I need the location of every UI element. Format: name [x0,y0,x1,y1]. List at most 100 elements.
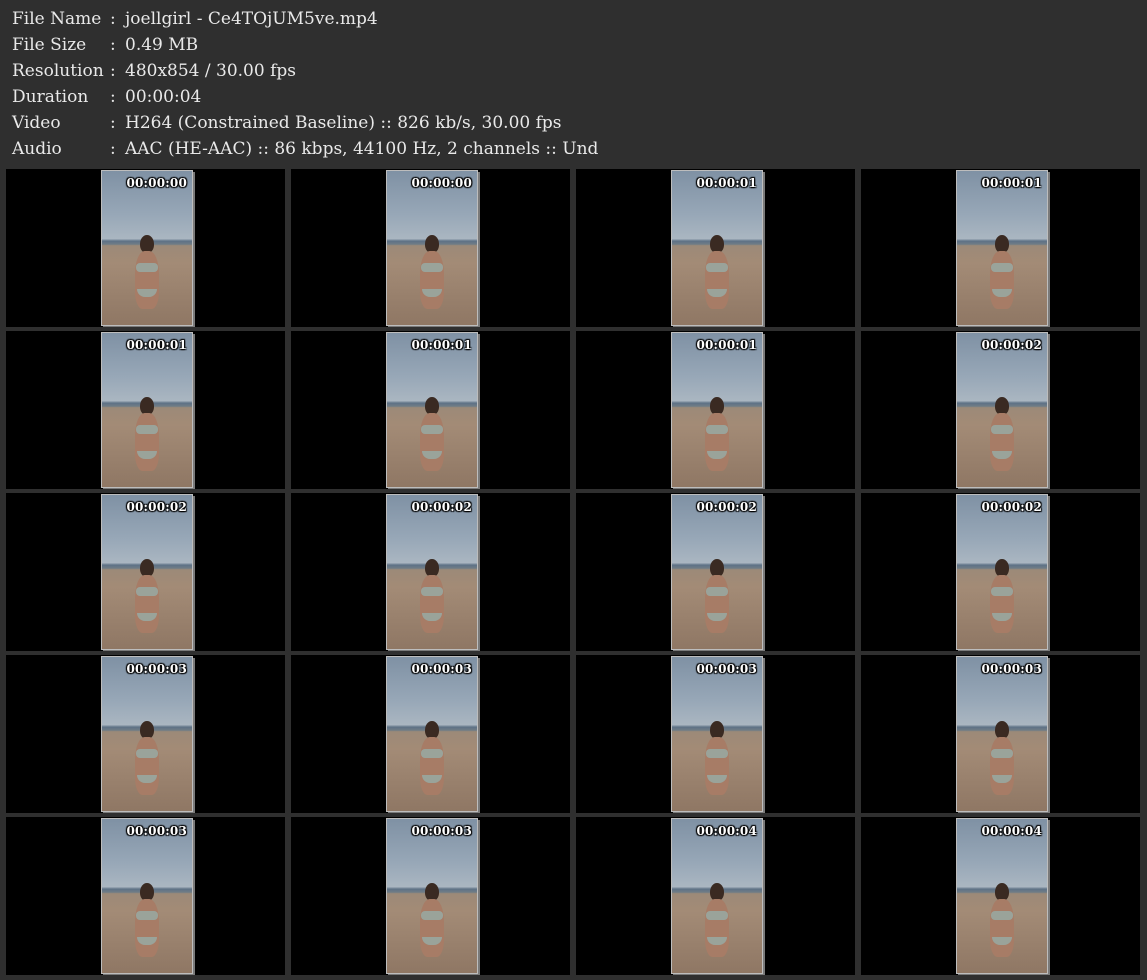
frame-timestamp: 00:00:02 [981,338,1042,352]
thumbnail-cell: 00:00:02 [6,493,285,651]
frame-figure-part [706,911,728,920]
frame-timestamp: 00:00:04 [981,824,1042,838]
frame-timestamp: 00:00:01 [981,176,1042,190]
video-frame-thumbnail[interactable]: 00:00:00 [101,170,193,326]
frame-figure-part [135,413,159,471]
info-separator: : [110,87,116,107]
info-separator: : [110,9,116,29]
thumbnail-cell: 00:00:01 [576,331,855,489]
frame-figure-part [420,899,444,957]
frame-timestamp: 00:00:03 [126,662,187,676]
video-frame-thumbnail[interactable]: 00:00:04 [671,818,763,974]
frame-timestamp: 00:00:01 [126,338,187,352]
frame-timestamp: 00:00:03 [411,824,472,838]
video-frame-thumbnail[interactable]: 00:00:03 [671,656,763,812]
thumbnail-cell: 00:00:00 [291,169,570,327]
info-row-audio: Audio : AAC (HE-AAC) :: 86 kbps, 44100 H… [12,136,1132,162]
thumbnail-cell: 00:00:01 [6,331,285,489]
video-frame-thumbnail[interactable]: 00:00:01 [101,332,193,488]
video-frame-thumbnail[interactable]: 00:00:03 [101,656,193,812]
video-frame-thumbnail[interactable]: 00:00:01 [386,332,478,488]
video-frame-thumbnail[interactable]: 00:00:01 [671,170,763,326]
thumbnail-cell: 00:00:02 [861,493,1140,651]
info-label: Video [12,113,61,133]
frame-figure-part [991,911,1013,920]
frame-figure-part [990,413,1014,471]
thumbnail-cell: 00:00:03 [6,817,285,975]
thumbnail-cell: 00:00:03 [576,655,855,813]
thumbnail-cell: 00:00:02 [291,493,570,651]
video-frame-thumbnail[interactable]: 00:00:03 [101,818,193,974]
frame-figure-part [705,251,729,309]
frame-figure-part [705,737,729,795]
frame-figure-part [421,263,443,272]
info-separator: : [110,35,116,55]
video-frame-thumbnail[interactable]: 00:00:03 [386,818,478,974]
video-frame-thumbnail[interactable]: 00:00:02 [956,494,1048,650]
frame-timestamp: 00:00:01 [696,176,757,190]
info-label: File Size [12,35,87,55]
frame-figure-part [136,425,158,434]
frame-figure-part [135,737,159,795]
frame-timestamp: 00:00:03 [411,662,472,676]
frame-figure-part [135,899,159,957]
frame-figure-part [705,413,729,471]
video-frame-thumbnail[interactable]: 00:00:02 [956,332,1048,488]
frame-figure-part [991,425,1013,434]
file-info-panel: File Name : joellgirl - Ce4TOjUM5ve.mp4 … [12,6,1132,162]
info-label: File Name [12,9,102,29]
frame-timestamp: 00:00:04 [696,824,757,838]
thumbnail-cell: 00:00:00 [6,169,285,327]
info-separator: : [110,61,116,81]
info-separator: : [110,113,116,133]
frame-figure-part [706,263,728,272]
frame-figure-part [991,587,1013,596]
frame-timestamp: 00:00:02 [126,500,187,514]
frame-figure-part [705,575,729,633]
info-value: joellgirl - Ce4TOjUM5ve.mp4 [125,9,378,29]
frame-figure-part [991,749,1013,758]
frame-figure-part [135,575,159,633]
frame-figure-part [136,749,158,758]
frame-figure-part [420,251,444,309]
video-frame-thumbnail[interactable]: 00:00:02 [671,494,763,650]
thumbnail-cell: 00:00:02 [576,493,855,651]
video-frame-thumbnail[interactable]: 00:00:02 [101,494,193,650]
video-frame-thumbnail[interactable]: 00:00:02 [386,494,478,650]
frame-figure-part [136,263,158,272]
thumbnail-cell: 00:00:03 [291,655,570,813]
info-label: Resolution [12,61,104,81]
frame-figure-part [990,251,1014,309]
frame-figure-part [990,575,1014,633]
video-frame-thumbnail[interactable]: 00:00:03 [956,656,1048,812]
thumbnail-cell: 00:00:01 [291,331,570,489]
frame-figure-part [421,425,443,434]
info-row-video: Video : H264 (Constrained Baseline) :: 8… [12,110,1132,136]
info-value: 480x854 / 30.00 fps [125,61,296,81]
frame-figure-part [705,899,729,957]
frame-figure-part [706,587,728,596]
frame-figure-part [135,251,159,309]
info-label: Audio [12,139,62,159]
frame-timestamp: 00:00:02 [411,500,472,514]
frame-figure-part [706,749,728,758]
info-value: AAC (HE-AAC) :: 86 kbps, 44100 Hz, 2 cha… [125,139,599,159]
thumbnail-cell: 00:00:03 [291,817,570,975]
video-frame-thumbnail[interactable]: 00:00:03 [386,656,478,812]
frame-figure-part [420,575,444,633]
frame-timestamp: 00:00:01 [411,338,472,352]
info-row-file-size: File Size : 0.49 MB [12,32,1132,58]
info-value: 0.49 MB [125,35,199,55]
frame-timestamp: 00:00:03 [981,662,1042,676]
video-frame-thumbnail[interactable]: 00:00:01 [956,170,1048,326]
info-value: H264 (Constrained Baseline) :: 826 kb/s,… [125,113,562,133]
info-label: Duration [12,87,89,107]
video-frame-thumbnail[interactable]: 00:00:04 [956,818,1048,974]
video-frame-thumbnail[interactable]: 00:00:01 [671,332,763,488]
frame-timestamp: 00:00:03 [126,824,187,838]
frame-timestamp: 00:00:03 [696,662,757,676]
thumbnail-grid: 00:00:00 00:00:00 00:00:01 00:00:01 00:00:01… [6,169,1141,975]
frame-timestamp: 00:00:01 [696,338,757,352]
video-frame-thumbnail[interactable]: 00:00:00 [386,170,478,326]
thumbnail-cell: 00:00:03 [6,655,285,813]
